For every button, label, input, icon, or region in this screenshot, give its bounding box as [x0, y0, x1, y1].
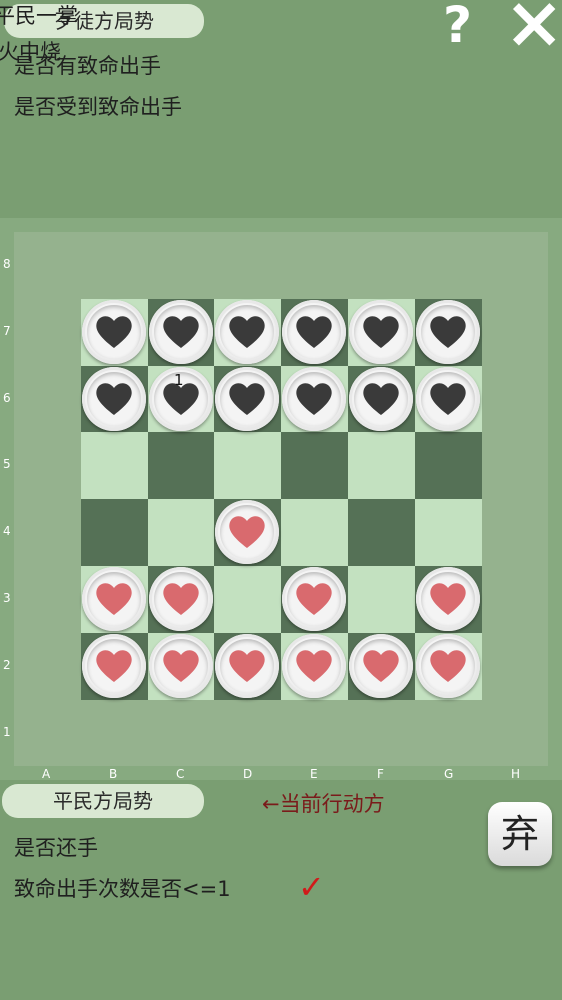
file-label: E — [310, 767, 318, 781]
heart-icon — [229, 316, 265, 348]
light-heart-piece[interactable] — [215, 634, 279, 698]
heart-icon — [96, 650, 132, 682]
heart-icon — [163, 583, 199, 615]
light-heart-piece[interactable] — [82, 634, 146, 698]
top-status-2: 是否受到致命出手 — [14, 95, 182, 119]
board-square[interactable] — [415, 432, 482, 499]
bottom-side-label: 平民方局势 — [2, 784, 204, 818]
check-mark-icon: ✓ — [298, 868, 325, 906]
heart-icon — [430, 583, 466, 615]
close-icon[interactable]: × — [504, 0, 562, 64]
board-square[interactable] — [281, 499, 348, 566]
board-square[interactable] — [348, 499, 415, 566]
light-heart-piece[interactable] — [416, 634, 480, 698]
dark-heart-piece[interactable] — [349, 367, 413, 431]
heart-icon — [363, 650, 399, 682]
light-heart-piece[interactable] — [215, 500, 279, 564]
board-square[interactable] — [348, 566, 415, 633]
top-status-1: 是否有致命出手 — [14, 54, 161, 78]
rank-label: 6 — [3, 391, 11, 405]
dark-heart-piece[interactable] — [149, 300, 213, 364]
rank-label: 2 — [3, 658, 11, 672]
board-square[interactable] — [148, 499, 215, 566]
light-heart-piece[interactable] — [349, 634, 413, 698]
discard-button[interactable]: 弃 — [488, 802, 552, 866]
heart-icon — [96, 583, 132, 615]
file-label: G — [444, 767, 454, 781]
heart-icon — [229, 383, 265, 415]
dark-heart-piece[interactable] — [349, 300, 413, 364]
heart-icon — [430, 383, 466, 415]
heart-icon — [296, 383, 332, 415]
file-label: B — [109, 767, 118, 781]
dark-heart-piece[interactable] — [416, 367, 480, 431]
board-square[interactable] — [214, 566, 281, 633]
bottom-status-2: 致命出手次数是否<=1 — [14, 877, 231, 901]
light-heart-piece[interactable] — [149, 567, 213, 631]
heart-icon — [430, 316, 466, 348]
rank-label: 4 — [3, 524, 11, 538]
dark-heart-piece[interactable] — [215, 367, 279, 431]
board-square[interactable] — [214, 432, 281, 499]
heart-icon — [163, 650, 199, 682]
heart-icon — [296, 650, 332, 682]
file-label: F — [377, 767, 384, 781]
file-label: C — [176, 767, 185, 781]
board-square[interactable] — [415, 499, 482, 566]
board-square[interactable] — [81, 432, 148, 499]
board-square[interactable] — [148, 432, 215, 499]
heart-icon — [363, 383, 399, 415]
board-square[interactable] — [81, 499, 148, 566]
dark-heart-piece[interactable] — [82, 300, 146, 364]
heart-icon — [229, 516, 265, 548]
rank-label: 7 — [3, 324, 11, 338]
dark-heart-piece[interactable] — [82, 367, 146, 431]
current-turn-label: ←当前行动方 — [262, 792, 385, 816]
bottom-status-1: 是否还手 — [14, 836, 98, 860]
light-heart-piece[interactable] — [282, 567, 346, 631]
dark-heart-piece[interactable] — [416, 300, 480, 364]
heart-icon — [296, 583, 332, 615]
heart-icon — [296, 316, 332, 348]
file-label: A — [42, 767, 51, 781]
dark-heart-piece[interactable] — [215, 300, 279, 364]
heart-icon — [163, 316, 199, 348]
light-heart-piece[interactable] — [416, 567, 480, 631]
dark-heart-piece[interactable] — [282, 300, 346, 364]
rank-label: 5 — [3, 457, 11, 471]
dark-heart-piece[interactable] — [282, 367, 346, 431]
board-square[interactable] — [348, 432, 415, 499]
help-icon[interactable]: ? — [443, 0, 472, 54]
piece-number: 1 — [174, 371, 184, 389]
file-label: H — [511, 767, 521, 781]
light-heart-piece[interactable] — [282, 634, 346, 698]
heart-icon — [363, 316, 399, 348]
heart-icon — [430, 650, 466, 682]
light-heart-piece[interactable] — [82, 567, 146, 631]
heart-icon — [96, 383, 132, 415]
heart-icon — [96, 316, 132, 348]
board-square[interactable] — [281, 432, 348, 499]
rank-label: 8 — [3, 257, 11, 271]
file-label: D — [243, 767, 253, 781]
heart-icon — [229, 650, 265, 682]
rank-label: 1 — [3, 725, 11, 739]
overlap-text-1: 平民一掌 — [0, 4, 78, 28]
light-heart-piece[interactable] — [149, 634, 213, 698]
rank-label: 3 — [3, 591, 11, 605]
